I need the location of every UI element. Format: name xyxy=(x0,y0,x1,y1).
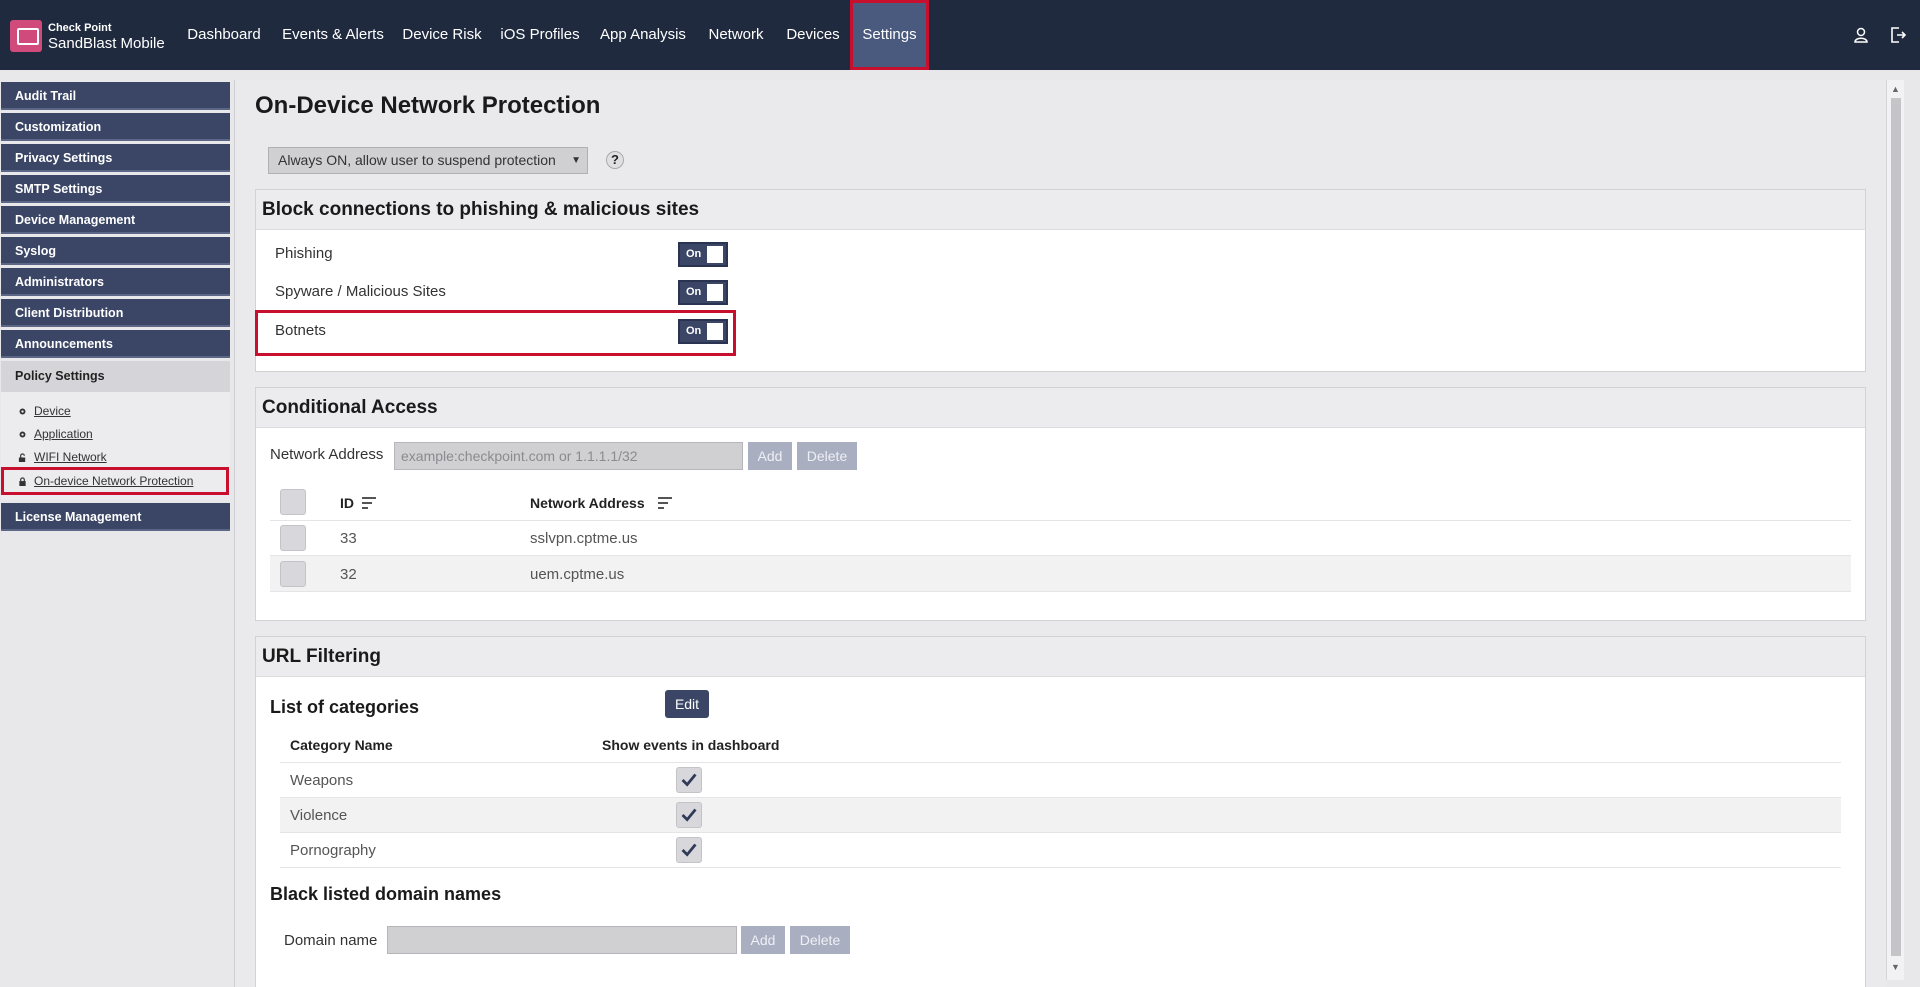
scroll-thumb[interactable] xyxy=(1891,98,1901,956)
conditional-add-button[interactable]: Add xyxy=(748,442,792,470)
phishing-label: Phishing xyxy=(275,245,333,262)
nav-ios-profiles[interactable]: iOS Profiles xyxy=(496,0,584,70)
conditional-table-header: ID Network Address xyxy=(270,485,1851,521)
help-icon[interactable]: ? xyxy=(606,151,624,169)
nav-settings[interactable]: Settings xyxy=(850,0,929,70)
sidebar-item-audit-trail[interactable]: Audit Trail xyxy=(1,82,230,110)
show-events-checkbox[interactable] xyxy=(676,767,702,793)
table-row[interactable]: 33 sslvpn.cptme.us xyxy=(270,521,1851,556)
categories-table-header: Category Name Show events in dashboard xyxy=(280,727,1841,763)
sort-icon[interactable] xyxy=(658,497,672,509)
scroll-up-icon[interactable]: ▲ xyxy=(1891,84,1900,94)
gear-icon xyxy=(19,408,26,415)
nav-events-alerts[interactable]: Events & Alerts xyxy=(280,0,386,70)
sub-item-wifi-network[interactable]: WIFI Network xyxy=(18,450,107,464)
gear-icon xyxy=(19,431,26,438)
protection-mode-dropdown[interactable]: Always ON, allow user to suspend protect… xyxy=(268,147,588,174)
page-title: On-Device Network Protection xyxy=(255,92,601,119)
brand-large: SandBlast Mobile xyxy=(48,35,165,52)
column-category-name: Category Name xyxy=(290,737,393,753)
sidebar-item-license-management[interactable]: License Management xyxy=(1,503,230,531)
brand-small: Check Point xyxy=(48,22,112,34)
top-navigation-bar: Check Point SandBlast Mobile Dashboard E… xyxy=(0,0,1920,70)
logout-icon[interactable] xyxy=(1888,25,1908,45)
nav-app-analysis[interactable]: App Analysis xyxy=(594,0,692,70)
row-network-address: uem.cptme.us xyxy=(530,566,625,583)
row-network-address: sslvpn.cptme.us xyxy=(530,530,638,547)
sidebar-item-announcements[interactable]: Announcements xyxy=(1,330,230,358)
sub-item-application-label: Application xyxy=(34,427,93,441)
sidebar-item-customization[interactable]: Customization xyxy=(1,113,230,141)
column-show-events: Show events in dashboard xyxy=(602,737,780,753)
conditional-access-title: Conditional Access xyxy=(256,388,1865,428)
caret-down-icon: ▼ xyxy=(571,155,581,166)
table-row: Violence xyxy=(280,798,1841,833)
show-events-checkbox[interactable] xyxy=(676,802,702,828)
table-row: Weapons xyxy=(280,763,1841,798)
category-name: Pornography xyxy=(290,842,376,859)
nav-dashboard[interactable]: Dashboard xyxy=(178,0,270,70)
sidebar-item-device-management[interactable]: Device Management xyxy=(1,206,230,234)
table-row: Pornography xyxy=(280,833,1841,868)
column-id[interactable]: ID xyxy=(340,495,354,511)
botnets-highlight xyxy=(255,310,736,356)
sort-icon[interactable] xyxy=(362,497,376,509)
edit-categories-button[interactable]: Edit xyxy=(665,690,709,718)
spyware-label: Spyware / Malicious Sites xyxy=(275,283,446,300)
sidebar-item-smtp-settings[interactable]: SMTP Settings xyxy=(1,175,230,203)
sub-item-application[interactable]: Application xyxy=(18,427,93,441)
select-all-checkbox[interactable] xyxy=(280,489,306,515)
domain-delete-button[interactable]: Delete xyxy=(790,926,850,954)
phishing-toggle[interactable]: On xyxy=(678,242,728,267)
category-name: Violence xyxy=(290,807,348,824)
sidebar-item-syslog[interactable]: Syslog xyxy=(1,237,230,265)
nav-devices[interactable]: Devices xyxy=(778,0,848,70)
nav-device-risk[interactable]: Device Risk xyxy=(396,0,488,70)
user-icon[interactable] xyxy=(1851,25,1871,45)
sidebar-item-administrators[interactable]: Administrators xyxy=(1,268,230,296)
unlock-icon xyxy=(18,453,26,462)
conditional-delete-button[interactable]: Delete xyxy=(797,442,857,470)
row-id: 33 xyxy=(340,530,357,547)
sub-item-wifi-label: WIFI Network xyxy=(34,450,107,464)
sub-item-device-label: Device xyxy=(34,404,71,418)
black-listed-domains-title: Black listed domain names xyxy=(270,884,502,904)
row-checkbox[interactable] xyxy=(280,525,306,551)
protection-mode-value: Always ON, allow user to suspend protect… xyxy=(278,152,556,168)
list-of-categories-title: List of categories xyxy=(270,697,420,717)
block-connections-title: Block connections to phishing & maliciou… xyxy=(256,190,1865,230)
url-filtering-title: URL Filtering xyxy=(256,637,1865,677)
show-events-checkbox[interactable] xyxy=(676,837,702,863)
table-row[interactable]: 32 uem.cptme.us xyxy=(270,556,1851,592)
sub-item-device[interactable]: Device xyxy=(18,404,71,418)
phishing-toggle-state: On xyxy=(686,248,702,260)
page-scrollbar[interactable]: ▲ ▼ xyxy=(1886,80,1904,980)
sidebar-item-privacy-settings[interactable]: Privacy Settings xyxy=(1,144,230,172)
network-address-input[interactable]: example:checkpoint.com or 1.1.1.1/32 xyxy=(394,442,743,470)
sidebar-item-policy-settings[interactable]: Policy Settings xyxy=(1,361,230,392)
domain-name-label: Domain name xyxy=(284,932,378,949)
check-point-logo[interactable] xyxy=(10,20,42,52)
nav-network[interactable]: Network xyxy=(702,0,770,70)
selected-sub-item-highlight xyxy=(1,467,229,495)
sidebar-item-client-distribution[interactable]: Client Distribution xyxy=(1,299,230,327)
network-address-label: Network Address xyxy=(270,446,384,463)
column-network-address[interactable]: Network Address xyxy=(530,495,645,511)
category-name: Weapons xyxy=(290,772,354,789)
spyware-toggle-state: On xyxy=(686,286,702,298)
domain-name-input[interactable] xyxy=(387,926,737,954)
spyware-toggle[interactable]: On xyxy=(678,280,728,305)
row-checkbox[interactable] xyxy=(280,561,306,587)
row-id: 32 xyxy=(340,566,357,583)
domain-add-button[interactable]: Add xyxy=(741,926,785,954)
scroll-down-icon[interactable]: ▼ xyxy=(1891,962,1900,972)
